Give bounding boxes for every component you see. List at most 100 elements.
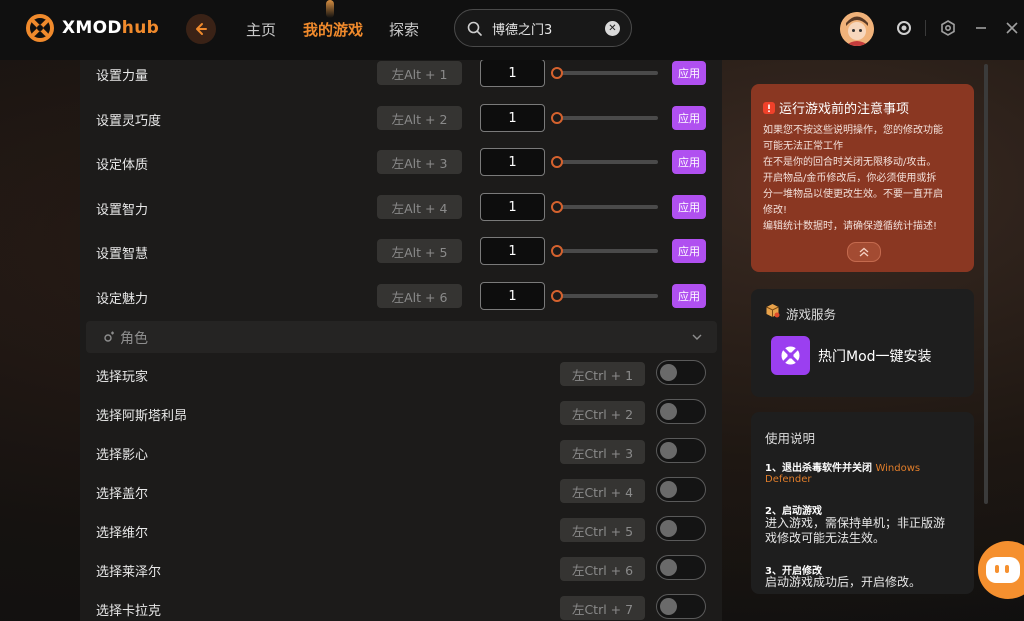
minimize-icon[interactable] (973, 20, 989, 36)
notification-icon[interactable] (896, 20, 912, 36)
value-slider[interactable] (551, 156, 658, 168)
nav-my-games[interactable]: 我的游戏 (303, 19, 363, 40)
attribute-label: 设定体质 (96, 158, 149, 173)
nav-explore[interactable]: 探索 (389, 19, 419, 40)
hotkey-badge: 左Alt + 5 (377, 239, 462, 263)
notice-line: 编辑统计数据时，请确保遵循统计描述! (763, 221, 938, 232)
toggle-switch[interactable] (656, 399, 706, 424)
apply-button[interactable]: 应用 (672, 106, 706, 130)
value-input[interactable]: 1 (480, 104, 545, 132)
usage-title: 使用说明 (765, 431, 816, 446)
hotkey-badge: 左Ctrl + 3 (560, 440, 645, 464)
toggle-switch[interactable] (656, 516, 706, 541)
warning-icon (763, 101, 775, 114)
slider-knob[interactable] (551, 245, 563, 257)
toggle-knob (660, 559, 677, 576)
toggle-knob (660, 403, 677, 420)
value-slider[interactable] (551, 290, 658, 302)
character-label: 选择玩家 (96, 370, 149, 385)
xmod-logo-icon (26, 14, 54, 42)
logo-text: XMODhub (62, 18, 160, 38)
character-row: 选择卡拉克 左Ctrl + 7 (80, 592, 722, 621)
toggle-knob (660, 364, 677, 381)
chevron-down-icon[interactable] (692, 333, 702, 341)
attribute-row: 设置智慧 左Alt + 5 1 应用 (80, 235, 722, 274)
slider-knob[interactable] (551, 201, 563, 213)
apply-button[interactable]: 应用 (672, 150, 706, 174)
attribute-label: 设定魅力 (96, 292, 149, 307)
attribute-label: 设置智力 (96, 203, 149, 218)
character-label: 选择维尔 (96, 526, 149, 541)
value-slider[interactable] (551, 201, 658, 213)
toggle-switch[interactable] (656, 594, 706, 619)
settings-gear-icon[interactable] (940, 20, 956, 36)
character-label: 选择阿斯塔利昂 (96, 409, 188, 424)
game-services-card: 游戏服务 热门Mod一键安装 (751, 289, 974, 397)
mod-install-button[interactable]: 热门Mod一键安装 (771, 336, 932, 375)
back-button[interactable] (186, 14, 216, 44)
value-slider[interactable] (551, 245, 658, 257)
user-avatar[interactable] (840, 12, 874, 46)
top-bar: XMODhub 主页 我的游戏 探索 ✕ (0, 0, 1024, 60)
collapse-button[interactable] (847, 242, 881, 262)
apply-button[interactable]: 应用 (672, 239, 706, 263)
usage-step-2-desc: 戏修改可能无法生效。 (765, 531, 886, 545)
character-row: 选择莱泽尔 左Ctrl + 6 (80, 553, 722, 592)
notice-header: 运行游戏前的注意事项 (763, 98, 962, 117)
value-input[interactable]: 1 (480, 148, 545, 176)
value-slider[interactable] (551, 67, 658, 79)
hotkey-badge: 左Alt + 4 (377, 195, 462, 219)
usage-step-1: 1、退出杀毒软件并关闭 Windows (765, 463, 921, 474)
attribute-row: 设置力量 左Alt + 1 1 应用 (80, 60, 722, 96)
close-icon[interactable] (1004, 20, 1020, 36)
section-title: 角色 (120, 331, 148, 347)
usage-step-2-desc: 进入游戏，需保持单机；非正版游 (765, 516, 946, 530)
toggle-switch[interactable] (656, 438, 706, 463)
toggle-switch[interactable] (656, 360, 706, 385)
divider (925, 20, 926, 36)
toggle-switch[interactable] (656, 555, 706, 580)
toggle-knob (660, 481, 677, 498)
toggle-switch[interactable] (656, 477, 706, 502)
apply-button[interactable]: 应用 (672, 195, 706, 219)
hotkey-badge: 左Ctrl + 6 (560, 557, 645, 581)
app-logo[interactable]: XMODhub (26, 14, 159, 42)
slider-knob[interactable] (551, 112, 563, 124)
attribute-row: 设定体质 左Alt + 3 1 应用 (80, 146, 722, 185)
value-slider[interactable] (551, 112, 658, 124)
mod-install-label: 热门Mod一键安装 (818, 348, 932, 365)
hotkey-badge: 左Ctrl + 5 (560, 518, 645, 542)
attribute-row: 设定魅力 左Alt + 6 1 应用 (80, 280, 722, 319)
value-input[interactable]: 1 (480, 237, 545, 265)
character-label: 选择卡拉克 (96, 604, 162, 619)
search-box: ✕ (454, 9, 632, 47)
character-label: 选择影心 (96, 448, 149, 463)
usage-step-3-desc: 启动游戏成功后，开启修改。 (765, 575, 922, 589)
apply-button[interactable]: 应用 (672, 61, 706, 85)
search-icon (467, 21, 482, 36)
character-label: 选择莱泽尔 (96, 565, 162, 580)
chevron-up-icon (859, 247, 869, 257)
scrollbar[interactable] (984, 64, 988, 504)
value-input[interactable]: 1 (480, 60, 545, 87)
help-chat-button[interactable] (978, 541, 1024, 599)
toggle-knob (660, 442, 677, 459)
slider-knob[interactable] (551, 67, 563, 79)
arrow-left-icon (196, 23, 207, 35)
hotkey-badge: 左Ctrl + 7 (560, 596, 645, 620)
character-row: 选择盖尔 左Ctrl + 4 (80, 475, 722, 514)
nav-home[interactable]: 主页 (246, 19, 276, 40)
usage-step-2: 2、启动游戏 (765, 506, 822, 517)
apply-button[interactable]: 应用 (672, 284, 706, 308)
clear-search-icon[interactable]: ✕ (605, 21, 620, 36)
value-input[interactable]: 1 (480, 282, 545, 310)
attribute-label: 设置力量 (96, 69, 149, 84)
character-row: 选择玩家 左Ctrl + 1 (80, 358, 722, 397)
slider-knob[interactable] (551, 156, 563, 168)
value-input[interactable]: 1 (480, 193, 545, 221)
slider-knob[interactable] (551, 290, 563, 302)
section-header-character[interactable]: 角色 (86, 321, 717, 353)
search-input[interactable] (490, 19, 604, 37)
notice-title: 运行游戏前的注意事项 (779, 102, 910, 117)
hotkey-badge: 左Alt + 3 (377, 150, 462, 174)
